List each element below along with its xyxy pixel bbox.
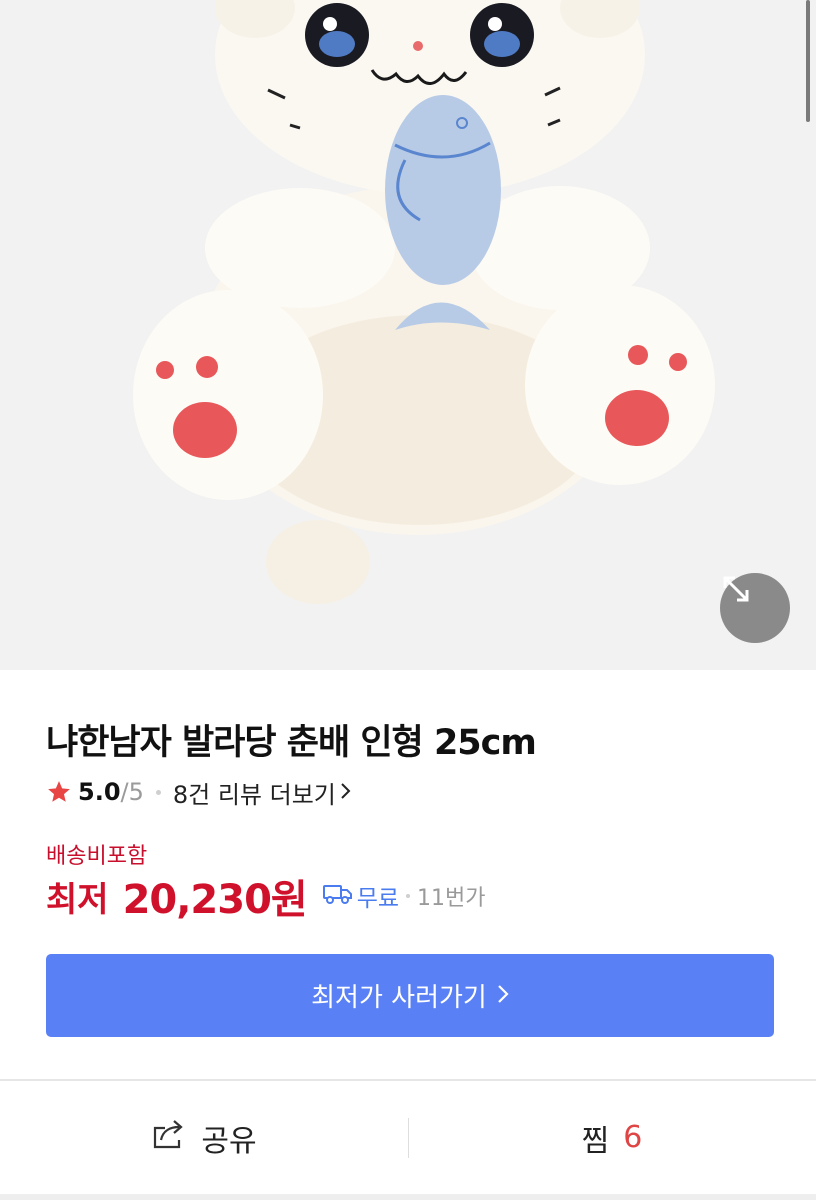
buy-lowest-price-button[interactable]: 최저가 사러가기 [46, 954, 774, 1037]
bottom-strip [0, 1194, 816, 1200]
separator-dot [406, 894, 411, 898]
chevron-right-icon [497, 981, 509, 1011]
separator-dot [155, 789, 161, 795]
chevron-right-icon [340, 778, 352, 806]
free-shipping-label: 무료 [356, 886, 400, 912]
truck-icon [322, 883, 353, 909]
rating-row: 5.0 /5 8건 리뷰 더보기 [46, 775, 352, 810]
star-icon [46, 779, 72, 805]
price-row: 최저 20,230원 무료 11번가 [46, 870, 486, 923]
share-icon [151, 1118, 187, 1158]
buy-button-label: 최저가 사러가기 [311, 983, 487, 1013]
plush-toy-illustration [133, 0, 715, 604]
shipping-included-note: 배송비포함 [46, 844, 148, 869]
share-label: 공유 [201, 1123, 257, 1159]
share-button[interactable]: 공유 [0, 1081, 408, 1194]
lowest-price-label: 최저 [46, 879, 109, 920]
review-link-label: 8건 리뷰 더보기 [172, 780, 336, 809]
seller-name: 11번가 [417, 886, 486, 911]
rating-value: 5.0 [78, 778, 121, 806]
expand-image-button[interactable] [720, 573, 790, 643]
wishlist-label: 찜 [581, 1123, 610, 1159]
product-image[interactable] [0, 0, 816, 670]
wishlist-button[interactable]: 찜 6 [408, 1081, 816, 1194]
review-link[interactable]: 8건 리뷰 더보기 [173, 775, 352, 810]
vertical-separator [408, 1118, 409, 1158]
scrollbar[interactable] [806, 0, 810, 122]
wishlist-count: 6 [623, 1120, 643, 1155]
product-title: 냐한남자 발라당 춘배 인형 25cm [46, 723, 537, 763]
rating-max: /5 [120, 778, 144, 806]
price-value: 20,230원 [122, 877, 308, 923]
